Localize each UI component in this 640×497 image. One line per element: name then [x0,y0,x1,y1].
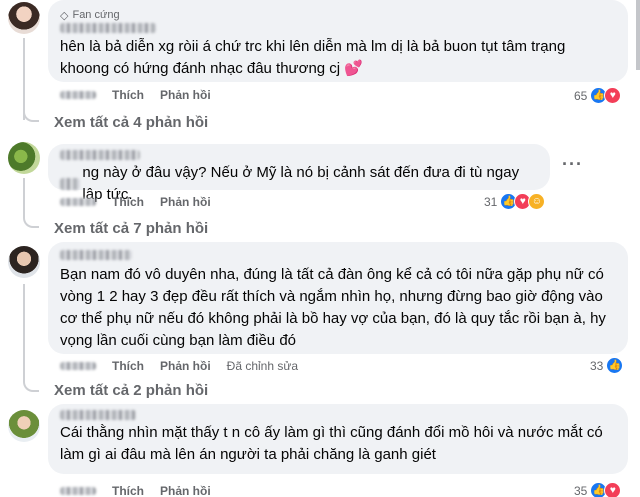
like-button[interactable]: Thích [112,484,144,497]
comment-text: hên là bả diễn xg ròii á chứ trc khi lên… [60,38,566,77]
avatar[interactable] [8,142,40,174]
diamond-icon: ◇ [60,9,69,22]
reply-button[interactable]: Phản hồi [160,88,211,102]
reply-thread-icon [23,216,39,228]
author-name[interactable] [60,248,616,262]
reaction-summary[interactable]: 35 👍 ♥ [574,482,622,497]
comment-bubble: Cái thằng nhìn mặt thấy t n cô ấy làm gì… [48,404,628,474]
comment-actions: Thích Phản hồi [60,484,211,497]
thread-line [23,284,25,382]
like-button[interactable]: Thích [112,195,144,209]
redacted-word [60,178,81,190]
like-button[interactable]: Thích [112,359,144,373]
reaction-count: 31 [484,194,498,209]
care-reaction-icon: ☺ [528,193,546,210]
comment-text: Cái thằng nhìn mặt thấy t n cô ấy làm gì… [60,424,603,463]
comment-bubble: ◇ Fan cứng hên là bả diễn xg ròii á chứ … [48,0,628,82]
author-name[interactable] [60,408,616,422]
reply-thread-icon [23,110,39,122]
timestamp[interactable] [60,487,96,495]
thread-line [23,178,25,218]
timestamp[interactable] [60,362,96,370]
view-replies-label: Xem tất cả 7 phản hồi [54,220,209,237]
edited-label: Đã chỉnh sửa [226,359,299,373]
reaction-summary[interactable]: 65 👍 ♥ [574,87,622,104]
comment-actions: Thích Phản hồi [60,195,211,209]
reply-button[interactable]: Phản hồi [160,195,211,209]
love-reaction-icon: ♥ [604,87,622,104]
author-name[interactable] [60,148,538,162]
reaction-summary[interactable]: 31 👍 ♥ ☺ [484,193,546,210]
like-reaction-icon: 👍 [606,357,624,374]
scrollbar[interactable] [636,0,640,70]
comment-bubble: ng này ở đâu vậy? Nếu ở Mỹ là nó bị cảnh… [48,144,550,203]
reaction-count: 35 [574,483,588,497]
comment-actions: Thích Phản hồi Đã chỉnh sửa [60,359,298,373]
reaction-count: 33 [590,358,604,373]
view-replies-label: Xem tất cả 4 phản hồi [54,114,209,131]
view-replies-link[interactable]: Xem tất cả 2 phản hồi [54,382,208,399]
reply-button[interactable]: Phản hồi [160,484,211,497]
view-replies-link[interactable]: Xem tất cả 4 phản hồi [54,114,208,131]
comment-bubble: Bạn nam đó vô duyên nha, đúng là tất cả … [48,242,628,354]
reply-button[interactable]: Phản hồi [160,359,211,373]
avatar[interactable] [8,246,40,278]
love-reaction-icon: ♥ [604,482,622,497]
reply-thread-icon [23,380,39,392]
reaction-count: 65 [574,88,588,103]
view-replies-link[interactable]: Xem tất cả 7 phản hồi [54,220,208,237]
comment-actions: Thích Phản hồi [60,88,211,102]
thread-line [23,38,25,120]
view-replies-label: Xem tất cả 2 phản hồi [54,382,209,399]
avatar[interactable] [8,2,40,34]
timestamp[interactable] [60,91,96,99]
more-horizontal-icon[interactable]: ··· [562,154,583,175]
like-button[interactable]: Thích [112,88,144,102]
reaction-summary[interactable]: 33 👍 [590,357,624,374]
fan-badge: ◇ Fan cứng [60,9,120,22]
author-name[interactable] [60,22,616,34]
comment-text: Bạn nam đó vô duyên nha, đúng là tất cả … [60,266,606,349]
avatar[interactable] [8,410,40,442]
timestamp[interactable] [60,198,96,206]
badge-label: Fan cứng [72,9,120,21]
